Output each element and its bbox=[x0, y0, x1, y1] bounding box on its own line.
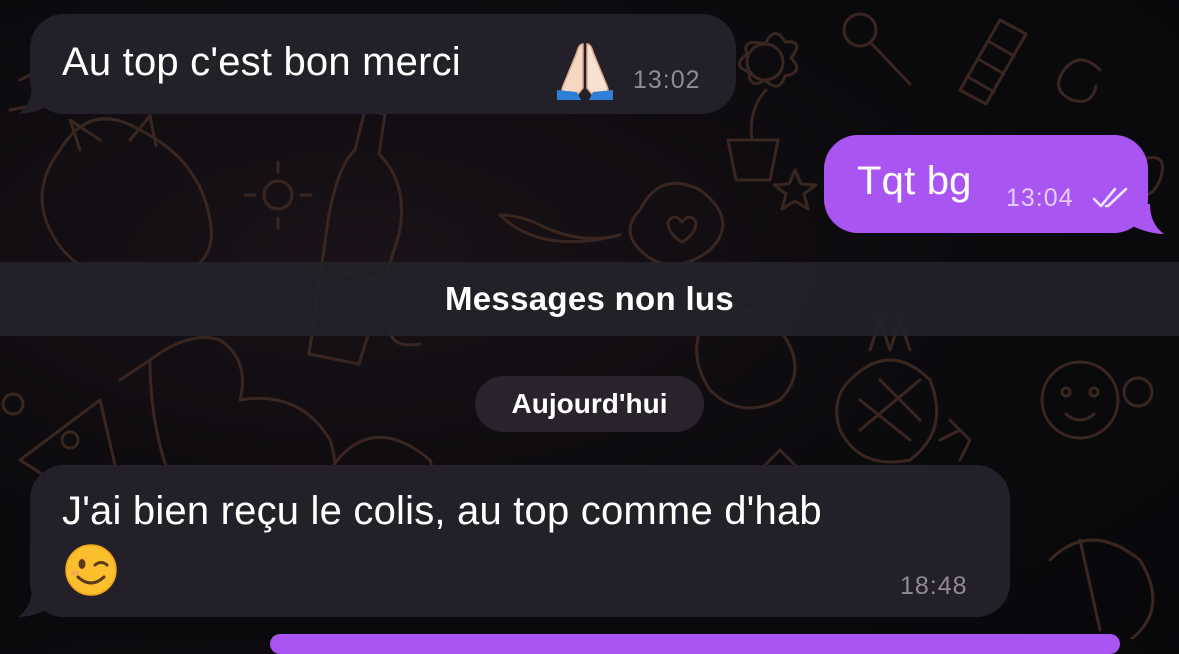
message-bubble-outgoing-partial[interactable] bbox=[270, 634, 1120, 654]
message-time: 18:48 bbox=[900, 572, 968, 600]
message-time: 13:02 bbox=[633, 66, 701, 94]
message-text: J'ai bien reçu le colis, au top comme d'… bbox=[62, 489, 822, 533]
bubble-tail-icon bbox=[18, 587, 48, 617]
message-text: Tqt bg bbox=[857, 159, 972, 203]
message-bubble-incoming[interactable]: Au top c'est bon merci 13:02 bbox=[30, 14, 736, 114]
message-time: 13:04 bbox=[1006, 184, 1074, 212]
double-check-read-icon bbox=[1092, 187, 1130, 214]
message-bubble-incoming[interactable]: J'ai bien reçu le colis, au top comme d'… bbox=[30, 465, 1010, 617]
date-separator: Aujourd'hui bbox=[475, 376, 704, 432]
bubble-tail-icon bbox=[1132, 204, 1164, 234]
unread-messages-banner: Messages non lus bbox=[0, 262, 1179, 336]
winking-face-icon bbox=[64, 543, 118, 602]
message-text: Au top c'est bon merci bbox=[62, 40, 461, 84]
bubble-tail-icon bbox=[18, 84, 48, 114]
message-bubble-outgoing[interactable]: Tqt bg 13:04 bbox=[824, 135, 1148, 233]
folded-hands-icon bbox=[553, 38, 617, 107]
